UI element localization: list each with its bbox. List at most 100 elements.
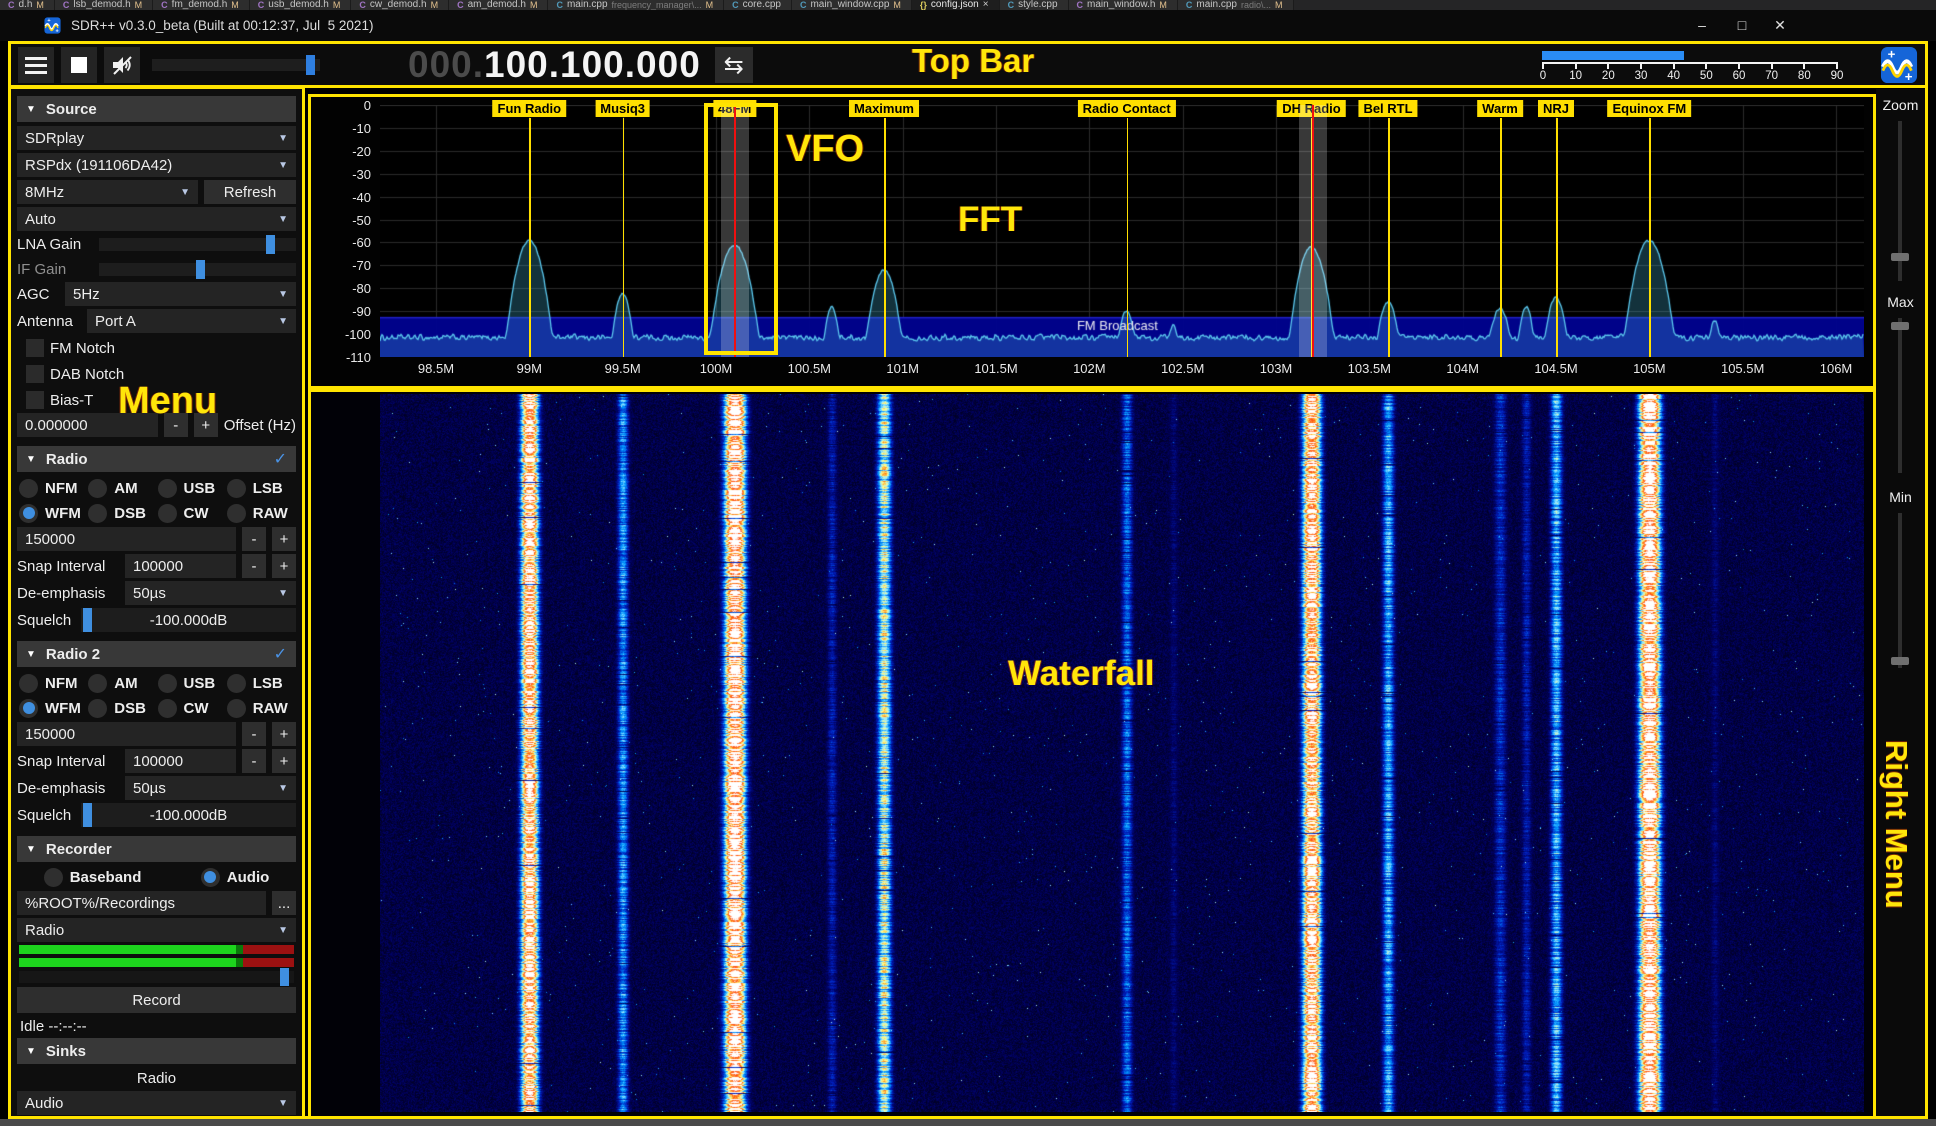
fft-range-scale[interactable]: 0102030405060708090 xyxy=(1539,49,1841,83)
gain-mode-select[interactable]: Auto ▼ xyxy=(17,207,296,231)
squelch-handle[interactable] xyxy=(83,608,92,632)
mode-option-wfm[interactable]: WFM xyxy=(19,697,88,719)
radio-button[interactable] xyxy=(158,699,177,718)
refresh-button[interactable]: Refresh xyxy=(204,180,296,204)
mode-option-usb[interactable]: USB xyxy=(158,672,227,694)
radio-button[interactable] xyxy=(88,699,107,718)
enabled-check-icon[interactable]: ✓ xyxy=(274,644,287,664)
source-driver-select[interactable]: SDRplay ▼ xyxy=(17,126,296,150)
recording-path-input[interactable]: %ROOT%/Recordings xyxy=(17,891,266,915)
lna-gain-handle[interactable] xyxy=(266,235,275,254)
radio-button[interactable] xyxy=(44,868,63,887)
source-device-select[interactable]: RSPdx (191106DA42) ▼ xyxy=(17,153,296,177)
bandwidth-plus-button[interactable]: + xyxy=(272,527,296,551)
editor-tab[interactable]: Cmain.cppradio\...M xyxy=(1178,0,1294,10)
mode-option-raw[interactable]: RAW xyxy=(227,697,296,719)
frequency-display[interactable]: 000.100.100.000 xyxy=(408,44,701,86)
section-header-radio[interactable]: ▼ Radio ✓ xyxy=(17,446,296,472)
snap-minus-button[interactable]: - xyxy=(242,749,266,773)
menu-toggle-button[interactable] xyxy=(18,47,54,83)
record-button[interactable]: Record xyxy=(17,987,296,1013)
editor-tab[interactable]: Cusb_demod.hM xyxy=(250,0,352,10)
station-label[interactable]: Maximum xyxy=(849,100,919,117)
fft-display[interactable]: 0-10-20-30-40-50-60-70-80-90-100-11098.5… xyxy=(311,97,1873,386)
vfo-center-line[interactable] xyxy=(734,105,736,357)
snap-plus-button[interactable]: + xyxy=(272,554,296,578)
volume-slider-handle[interactable] xyxy=(306,55,315,75)
if-gain-handle[interactable] xyxy=(196,260,205,279)
editor-tab[interactable]: Ccw_demod.hM xyxy=(351,0,449,10)
radio-button-selected[interactable] xyxy=(19,699,38,718)
radio-button[interactable] xyxy=(227,674,246,693)
squelch-handle[interactable] xyxy=(83,803,92,827)
editor-tab[interactable]: Cfm_demod.hM xyxy=(153,0,250,10)
station-label[interactable]: Bel RTL xyxy=(1358,100,1417,117)
vfo-swap-button[interactable]: ⇆ xyxy=(715,47,753,83)
radio-button[interactable] xyxy=(227,699,246,718)
bandwidth-plus-button[interactable]: + xyxy=(272,722,296,746)
editor-tab[interactable]: Cam_demod.hM xyxy=(449,0,548,10)
bandwidth-minus-button[interactable]: - xyxy=(242,527,266,551)
station-label[interactable]: Fun Radio xyxy=(493,100,567,117)
recorder-volume-handle[interactable] xyxy=(280,968,289,986)
mode-option-am[interactable]: AM xyxy=(88,672,157,694)
snap-minus-button[interactable]: - xyxy=(242,554,266,578)
enabled-check-icon[interactable]: ✓ xyxy=(274,449,287,469)
vfo-center-line[interactable] xyxy=(1312,105,1314,357)
section-header-radio2[interactable]: ▼ Radio 2 ✓ xyxy=(17,641,296,667)
radio-button[interactable] xyxy=(19,479,38,498)
editor-tab[interactable]: Cmain_window.hM xyxy=(1069,0,1178,10)
dab-notch-checkbox[interactable] xyxy=(26,365,44,383)
maximize-button[interactable]: □ xyxy=(1722,10,1762,40)
snap-interval-input[interactable]: 100000 xyxy=(125,554,236,578)
recorder-stream-select[interactable]: Radio ▼ xyxy=(17,918,296,942)
antenna-select[interactable]: Port A ▼ xyxy=(87,309,296,333)
close-tab-icon[interactable]: × xyxy=(983,0,989,10)
mode-option-raw[interactable]: RAW xyxy=(227,502,296,524)
waterfall-display[interactable] xyxy=(311,392,1873,1116)
radio-button[interactable] xyxy=(88,479,107,498)
station-label[interactable]: Radio Contact xyxy=(1078,100,1176,117)
squelch-slider[interactable]: -100.000dB xyxy=(81,608,296,632)
radio2-bandwidth-input[interactable]: 150000 xyxy=(17,722,236,746)
mode-option-nfm[interactable]: NFM xyxy=(19,672,88,694)
zoom-slider-handle[interactable] xyxy=(1891,253,1909,261)
radio-button-selected[interactable] xyxy=(201,868,220,887)
offset-input[interactable]: 0.000000 xyxy=(17,413,158,437)
editor-tab-strip[interactable]: Cd.hMClsb_demod.hMCfm_demod.hMCusb_demod… xyxy=(0,0,1936,10)
editor-tab[interactable]: Ccore.cpp xyxy=(724,0,792,10)
radio-button[interactable] xyxy=(227,504,246,523)
bandwidth-minus-button[interactable]: - xyxy=(242,722,266,746)
section-header-sinks[interactable]: ▼ Sinks xyxy=(17,1038,296,1064)
offset-plus-button[interactable]: + xyxy=(194,413,218,437)
editor-tab[interactable]: Cstyle.cpp xyxy=(1000,0,1069,10)
min-slider-handle[interactable] xyxy=(1891,657,1909,665)
offset-minus-button[interactable]: - xyxy=(164,413,188,437)
sink-type-select[interactable]: Audio ▼ xyxy=(17,1091,296,1115)
minimize-button[interactable]: – xyxy=(1682,10,1722,40)
fm-notch-checkbox[interactable] xyxy=(26,339,44,357)
agc-select[interactable]: 5Hz ▼ xyxy=(65,282,296,306)
section-header-source[interactable]: ▼ Source xyxy=(17,96,296,122)
stop-button[interactable] xyxy=(61,47,97,83)
editor-tab[interactable]: Cmain_window.cppM xyxy=(792,0,912,10)
deemphasis-select[interactable]: 50µs ▼ xyxy=(125,581,296,605)
mode-option-dsb[interactable]: DSB xyxy=(88,502,157,524)
station-label[interactable]: Musiq3 xyxy=(595,100,650,117)
fft-spectrum-canvas[interactable] xyxy=(380,105,1864,357)
mode-option-nfm[interactable]: NFM xyxy=(19,477,88,499)
mute-button[interactable] xyxy=(104,47,140,83)
editor-tab[interactable]: {}config.json× xyxy=(912,0,1000,10)
editor-tab[interactable]: Cmain.cppfrequency_manager\...M xyxy=(548,0,724,10)
station-label[interactable]: Warm xyxy=(1477,100,1523,117)
squelch-slider[interactable]: -100.000dB xyxy=(81,803,296,827)
mode-option-cw[interactable]: CW xyxy=(158,697,227,719)
recorder-mode-audio[interactable]: Audio xyxy=(201,866,270,888)
station-label[interactable]: NRJ xyxy=(1538,100,1574,117)
radio-button[interactable] xyxy=(19,674,38,693)
mode-option-usb[interactable]: USB xyxy=(158,477,227,499)
radio-button[interactable] xyxy=(88,674,107,693)
snap-plus-button[interactable]: + xyxy=(272,749,296,773)
mode-option-am[interactable]: AM xyxy=(88,477,157,499)
bandwidth-select[interactable]: 8MHz ▼ xyxy=(17,180,198,204)
